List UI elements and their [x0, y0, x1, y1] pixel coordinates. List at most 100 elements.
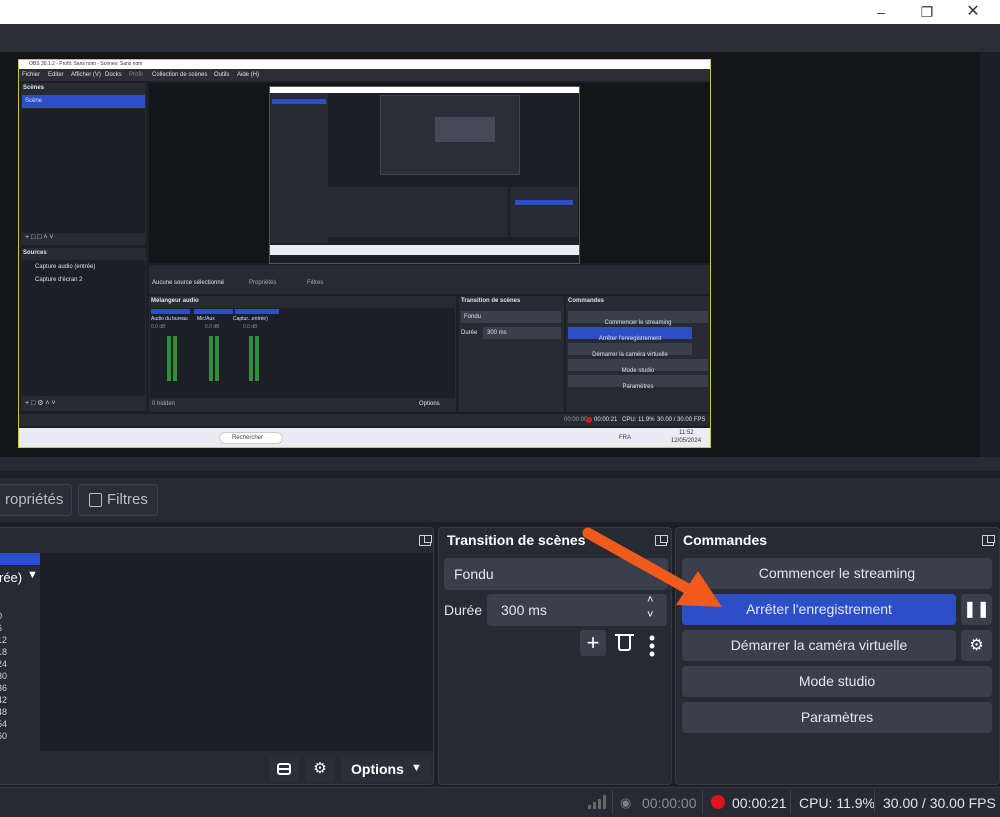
transition-menu-button[interactable]: • • •	[644, 629, 660, 663]
inner-sources-dock: Sources Capture audio (entrée) Capture d…	[21, 248, 146, 411]
gear-icon: ⚙	[313, 760, 327, 777]
inner-transition-dock: Transition de scènes Fondu Durée 300 ms	[459, 296, 564, 412]
cpu-usage: CPU: 11.9%	[799, 795, 875, 811]
filters-label: Filtres	[107, 491, 148, 508]
mixer-scale-label: 0	[0, 610, 9, 622]
inner-mixer-db: 0.0 dB	[243, 324, 258, 330]
inner-titlebar: OBS 30.1.2 - Profil: Sans nom - Scènes: …	[19, 60, 710, 69]
mixer-scale-label: 60	[0, 731, 8, 741]
inner-options: Options	[419, 401, 440, 407]
pause-icon: ❚❚	[963, 601, 990, 618]
mixer-channel-header	[0, 553, 40, 565]
inner-mixer-db: 0.0 dB	[205, 324, 220, 330]
annotation-arrow	[582, 527, 722, 607]
inner-menu: Fichier Editer Afficher (V) Docks Profil…	[19, 69, 710, 81]
mixer-options-button[interactable]: Options ▼	[341, 756, 431, 782]
recording-icon	[711, 795, 725, 809]
inner-scene-toolbar: + □ □ ˄ ˅	[25, 234, 54, 241]
fps-indicator: 30.00 / 30.00 FPS	[883, 795, 996, 811]
advanced-audio-button[interactable]: ⚙	[305, 756, 335, 782]
properties-button[interactable]: ropriétés	[0, 484, 72, 516]
inner-title-text: OBS 30.1.2 - Profil: Sans nom - Scènes: …	[29, 61, 143, 67]
stream-status-icon: ◉	[620, 795, 632, 810]
studio-mode-label: Mode studio	[798, 673, 876, 689]
inner-scenes-title: Scènes	[23, 85, 45, 91]
gear-icon: ⚙	[969, 637, 984, 654]
inner-fondu: Fondu	[464, 314, 482, 320]
preview-scrollbar[interactable]	[982, 52, 1000, 457]
inner-taskbar-lang: FRA	[619, 435, 631, 441]
chevron-down-icon: ▼	[411, 762, 422, 774]
inner-taskbar-search: Rechercher	[232, 435, 264, 441]
inner-preview	[149, 83, 710, 275]
inner-menu-item: Fichier	[22, 72, 41, 78]
inner-source-toolbar: + □ ⚙ ˄ ˅	[25, 400, 56, 407]
inner-taskbar: Rechercher FRA 11:52 12/05/2024	[19, 428, 710, 447]
pause-recording-button[interactable]: ❚❚	[961, 594, 992, 625]
start-streaming-label: Commencer le streaming	[758, 565, 916, 581]
stop-recording-label: Arrêter l'enregistrement	[746, 601, 892, 617]
float-icon[interactable]	[982, 535, 995, 546]
filters-button[interactable]: Filtres	[78, 484, 158, 516]
mixer-scale-label: 36	[0, 683, 8, 693]
audio-mixer-dock: rée) ▼ 0 6 12 18 24 30 36 42 48 54 60 ⚙ …	[0, 527, 434, 785]
stream-time: 00:00:00	[642, 795, 697, 811]
mixer-scale-label: 42	[0, 695, 8, 705]
inner-taskbar-date: 12/05/2024	[671, 438, 702, 444]
mixer-scale-label: 18	[0, 647, 8, 657]
start-virtual-camera-button[interactable]: Démarrer la caméra virtuelle	[682, 630, 956, 661]
recording-time: 00:00:21	[732, 795, 787, 811]
inner-scenes-dock: Scènes Scène + □ □ ˄ ˅	[21, 83, 146, 245]
inner-menu-item: Editer	[48, 72, 64, 78]
inner-commands-title: Commandes	[568, 298, 605, 304]
remove-transition-button[interactable]	[614, 630, 636, 656]
inner-sources-title: Sources	[23, 250, 47, 256]
inner-duree: Durée	[461, 330, 478, 336]
inner-hidden-count: 0 hidden	[152, 401, 176, 407]
restore-icon[interactable]: ❐	[904, 0, 950, 24]
duration-value: 300 ms	[501, 602, 547, 618]
close-icon[interactable]: ✕	[950, 0, 996, 24]
chevron-down-icon[interactable]: ▼	[27, 569, 38, 581]
inner-source-item: Capture audio (entrée)	[35, 264, 96, 270]
inner-no-source: Aucune source sélectionné	[152, 280, 225, 286]
horizontal-scrollbar[interactable]	[0, 457, 1000, 471]
mixer-scale-label: 54	[0, 719, 8, 729]
inner-mixer-db: 0.0 dB	[151, 324, 166, 330]
inner-scene-label: Scène	[25, 98, 43, 104]
float-icon[interactable]	[419, 535, 432, 546]
mixer-options-label: Options	[351, 761, 404, 777]
inner-mixer-source: Captur...entrée)	[233, 316, 268, 322]
studio-mode-button[interactable]: Mode studio	[682, 666, 992, 697]
mixer-strip: rée) ▼ 0 6 12 18 24 30 36 42 48 54 60	[0, 566, 40, 752]
inner-mixer-source: Mic/Aux	[197, 316, 215, 322]
menu-bar	[0, 24, 1000, 52]
preview-image: OBS 30.1.2 - Profil: Sans nom - Scènes: …	[18, 59, 711, 448]
inner-source-toolbar-row: Aucune source sélectionné Propriétés Fil…	[149, 273, 710, 294]
filters-icon	[89, 493, 102, 507]
settings-button[interactable]: Paramètres	[682, 702, 992, 733]
inner-cmd: Mode studio	[621, 368, 655, 374]
inner-menu-item: Profil	[129, 72, 143, 78]
mixer-scale-label: 6	[0, 622, 9, 634]
inner-status-rec: 00:00:21	[594, 417, 618, 423]
inner-status-stream: 00:00:00	[564, 417, 588, 423]
inner-cmd: Commencer le streaming	[604, 320, 672, 326]
more-vertical-icon: • • •	[648, 628, 656, 664]
minimize-icon[interactable]: –	[858, 0, 904, 24]
duration-label: Durée	[444, 602, 483, 618]
virtual-camera-settings-button[interactable]: ⚙	[961, 630, 992, 661]
properties-label: ropriétés	[5, 491, 64, 508]
inner-properties: Propriétés	[249, 280, 277, 286]
inner-menu-item: Collection de scènes	[152, 72, 208, 78]
layout-toggle-button[interactable]	[269, 756, 299, 782]
mixer-source-label: rée)	[0, 570, 23, 585]
inner-status-cpu: CPU: 11.9%	[622, 417, 655, 423]
inner-status-fps: 30.00 / 30.00 FPS	[657, 417, 706, 423]
add-transition-button[interactable]: +	[580, 630, 606, 656]
inner-cmd: Arrêter l'enregistrement	[598, 336, 662, 342]
mixer-scale-label: 12	[0, 635, 8, 645]
inner-filters: Filtres	[307, 280, 324, 286]
mixer-scale-label: 24	[0, 659, 8, 669]
plus-icon: +	[586, 630, 600, 655]
